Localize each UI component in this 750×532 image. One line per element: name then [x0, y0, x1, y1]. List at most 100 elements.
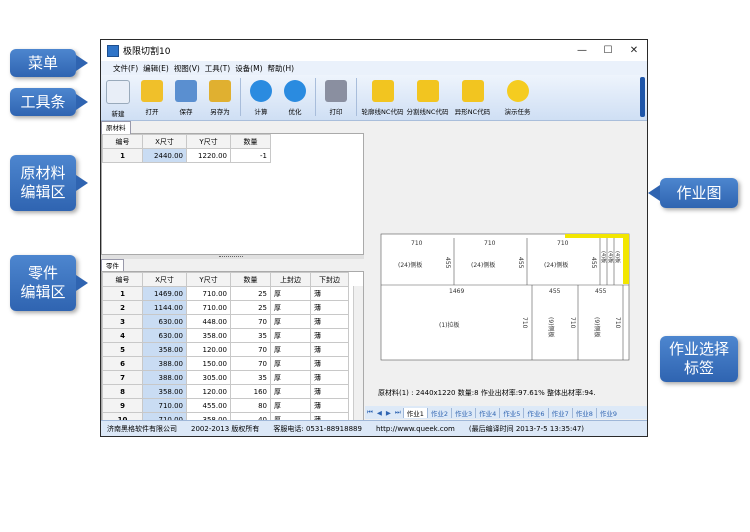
top-label-2: (24)侧板	[471, 261, 495, 269]
cutting-layout[interactable]: 710 710 710 (24)侧板 (24)侧板 (24)侧板 455 455…	[365, 121, 647, 414]
tab-job-6[interactable]: 作业6	[523, 407, 547, 418]
app-icon	[107, 44, 119, 57]
next-job-button[interactable]: ▶	[386, 409, 391, 417]
minimize-button[interactable]: —	[569, 45, 595, 56]
parts-panel: 编号 X尺寸 Y尺寸 数量 上封边 下封边 1 1469.00 710.00 25 厚薄 2 114…	[101, 271, 364, 436]
tab-job-5[interactable]: 作业5	[499, 407, 523, 418]
open-button[interactable]: 打开	[135, 75, 169, 120]
table-row[interactable]: 1 2440.00 1220.00 -1	[102, 148, 271, 163]
material-panel: 编号 X尺寸 Y尺寸 数量 1 2440.00 1220.00 -1	[101, 133, 364, 255]
maximize-button[interactable]: ☐	[595, 45, 621, 56]
table-cell: 80	[230, 398, 271, 413]
row-number: 2	[102, 300, 143, 315]
table-row[interactable]: 7 388.00 305.00 35 厚薄	[102, 370, 349, 385]
toolbar-callout: 工具条	[10, 88, 76, 116]
table-cell: 710.00	[186, 286, 231, 301]
table-row[interactable]: 6 388.00 150.00 70 厚薄	[102, 356, 349, 371]
top-width-3: 710	[557, 240, 569, 247]
row-number: 5	[102, 342, 143, 357]
menu-help[interactable]: 帮助(H)	[268, 63, 295, 74]
first-job-button[interactable]: ⏮	[367, 408, 373, 417]
side-height-1: 710	[569, 317, 576, 329]
toolbar-separator	[315, 78, 316, 116]
material-tab[interactable]: 原材料	[101, 121, 364, 134]
calculate-button[interactable]: 计算	[244, 75, 278, 120]
parts-tab[interactable]: 零件	[101, 259, 364, 272]
tab-job-7[interactable]: 作业7	[547, 407, 572, 418]
top-label-1: (24)侧板	[398, 261, 422, 269]
side-width-1: 455	[549, 288, 561, 295]
save-button[interactable]: 保存	[169, 75, 203, 120]
parts-vertical-scrollbar[interactable]	[353, 286, 363, 436]
menu-bar: 文件(F) 编辑(E) 视图(V) 工具(T) 设备(M) 帮助(H)	[101, 61, 647, 75]
material-header-row: 编号 X尺寸 Y尺寸 数量	[102, 134, 271, 149]
prev-job-button[interactable]: ◀	[377, 409, 382, 417]
panel-splitter[interactable]	[101, 255, 364, 259]
table-cell: 厚	[270, 356, 311, 371]
menu-edit[interactable]: 编辑(E)	[143, 63, 169, 74]
table-cell: 120.00	[186, 342, 231, 357]
table-row[interactable]: 5 358.00 120.00 70 厚薄	[102, 342, 349, 357]
table-cell: 710.00	[142, 398, 187, 413]
menu-view[interactable]: 视图(V)	[174, 63, 200, 74]
demo-task-button[interactable]: 演示任务	[495, 75, 540, 120]
table-cell: 305.00	[186, 370, 231, 385]
table-cell: 358.00	[142, 384, 187, 399]
table-row[interactable]: 9 710.00 455.00 80 厚薄	[102, 398, 349, 413]
bottom-width: 1469	[449, 288, 464, 295]
tab-job-8[interactable]: 作业8	[571, 407, 596, 418]
close-button[interactable]: ✕	[621, 45, 647, 56]
table-cell: 1469.00	[142, 286, 187, 301]
status-build-time: (最后编译时间 2013-7-5 13:35:47)	[468, 425, 585, 433]
tab-job-1[interactable]: 作业1	[402, 407, 427, 418]
app-window: 极限切割10 — ☐ ✕ 文件(F) 编辑(E) 视图(V) 工具(T) 设备(…	[100, 39, 648, 437]
menu-file[interactable]: 文件(F)	[113, 63, 138, 74]
table-cell: 120.00	[186, 384, 231, 399]
row-number: 4	[102, 328, 143, 343]
table-cell: 厚	[270, 328, 311, 343]
top-width-2: 710	[484, 240, 496, 247]
table-cell: 厚	[270, 286, 311, 301]
menu-device[interactable]: 设备(M)	[235, 63, 262, 74]
table-cell: 厚	[270, 370, 311, 385]
split-nc-button[interactable]: 分割线NC代码	[405, 75, 450, 120]
new-button[interactable]: 新建	[101, 75, 135, 120]
toolbar-scroll-handle[interactable]	[640, 77, 645, 117]
table-row[interactable]: 2 1144.00 710.00 25 厚薄	[102, 300, 349, 315]
table-cell: 薄	[310, 342, 349, 357]
table-row[interactable]: 4 630.00 358.00 35 厚薄	[102, 328, 349, 343]
table-row[interactable]: 8 358.00 120.00 160 厚薄	[102, 384, 349, 399]
table-row[interactable]: 3 630.00 448.00 70 厚薄	[102, 314, 349, 329]
pin-icon	[416, 80, 439, 102]
toolbar-separator	[240, 78, 241, 116]
table-cell: 70	[230, 314, 271, 329]
table-cell: 448.00	[186, 314, 231, 329]
table-cell: 358.00	[186, 328, 231, 343]
print-button[interactable]: 打印	[319, 75, 353, 120]
open-folder-icon	[141, 80, 163, 102]
tab-job-9[interactable]: 作业9	[595, 407, 620, 418]
pin-icon	[461, 80, 484, 102]
shaped-nc-button[interactable]: 异形NC代码	[450, 75, 495, 120]
status-bar: 济南黑格软件有限公司 2002-2013 版权所有 客服电话: 0531-889…	[101, 420, 647, 436]
contour-nc-button[interactable]: 轮廓线NC代码	[360, 75, 405, 120]
table-row[interactable]: 1 1469.00 710.00 25 厚薄	[102, 286, 349, 301]
narrow-label-1: (4)板	[600, 251, 607, 263]
menu-tools[interactable]: 工具(T)	[205, 63, 230, 74]
job-diagram-callout: 作业图	[660, 178, 738, 208]
tab-job-3[interactable]: 作业3	[451, 407, 475, 418]
table-cell: 388.00	[142, 370, 187, 385]
tab-job-2[interactable]: 作业2	[426, 407, 451, 418]
last-job-button[interactable]: ⏭	[395, 408, 401, 417]
play-icon	[250, 80, 272, 102]
optimize-button[interactable]: 优化	[278, 75, 312, 120]
save-as-button[interactable]: 另存为	[203, 75, 237, 120]
printer-icon	[325, 80, 347, 102]
table-cell: 薄	[310, 314, 349, 329]
tab-job-4[interactable]: 作业4	[475, 407, 499, 418]
table-cell: 厚	[270, 342, 311, 357]
table-cell: 150.00	[186, 356, 231, 371]
table-cell: 薄	[310, 300, 349, 315]
table-cell: 35	[230, 328, 271, 343]
job-tab-bar: ⏮ ◀ ▶ ⏭ 作业1 作业2 作业3 作业4 作业5 作业6 作业7 作业8 …	[365, 406, 647, 419]
